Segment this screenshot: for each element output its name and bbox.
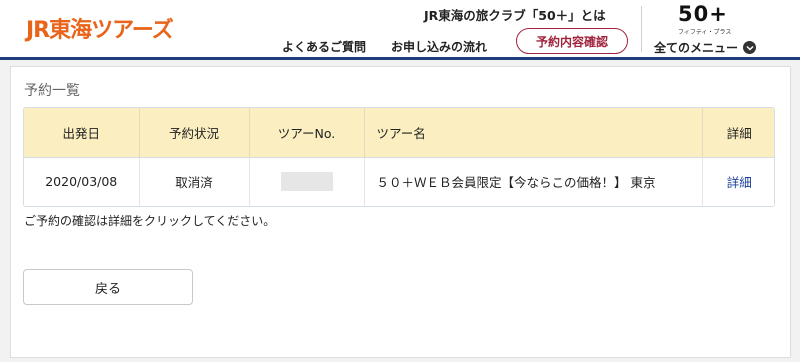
tour-number xyxy=(249,156,365,206)
col-detail: 詳細 xyxy=(702,108,774,157)
club-about-link[interactable]: JR東海の旅クラブ「50＋」とは xyxy=(424,5,606,24)
header-divider xyxy=(641,6,642,52)
reservation-list-panel: 予約一覧 出発日 予約状況 ツアーNo. ツアー名 詳細 2020/03/08 … xyxy=(10,66,791,358)
fifty-plus-subtitle: フィフティ・プラス xyxy=(678,29,732,36)
tour-name: ５０＋ＷＥＢ会員限定【今ならこの価格！】 東京 xyxy=(364,156,703,206)
col-departure-date: 出発日 xyxy=(24,108,140,157)
back-button[interactable]: 戻る xyxy=(23,269,193,305)
reservation-status: 取消済 xyxy=(139,156,250,206)
table-header-row: 出発日 予約状況 ツアーNo. ツアー名 詳細 xyxy=(24,108,774,157)
faq-link[interactable]: よくあるご質問 xyxy=(282,38,366,55)
detail-cell: 詳細 xyxy=(702,156,774,206)
fifty-plus-logo[interactable]: 50+ フィフティ・プラス xyxy=(678,2,742,36)
all-menu-label: 全てのメニュー xyxy=(654,41,739,55)
site-logo[interactable]: JR東海ツアーズ xyxy=(26,12,174,44)
reservation-confirm-button[interactable]: 予約内容確認 xyxy=(516,28,628,54)
site-header: JR東海ツアーズ JR東海の旅クラブ「50＋」とは よくあるご質問 お申し込みの… xyxy=(0,0,800,60)
col-status: 予約状況 xyxy=(139,108,250,157)
table-row: 2020/03/08 取消済 ５０＋ＷＥＢ会員限定【今ならこの価格！】 東京 詳… xyxy=(24,156,774,206)
chevron-down-icon xyxy=(743,41,757,54)
col-tour-name: ツアー名 xyxy=(364,108,703,157)
application-flow-link[interactable]: お申し込みの流れ xyxy=(391,38,487,55)
fifty-plus-mark: 50+ xyxy=(678,2,728,26)
all-menu-link[interactable]: 全てのメニュー xyxy=(654,39,757,56)
page-title: 予約一覧 xyxy=(24,83,80,99)
detail-link[interactable]: 詳細 xyxy=(727,175,752,190)
col-tour-no: ツアーNo. xyxy=(249,108,365,157)
reservation-table: 出発日 予約状況 ツアーNo. ツアー名 詳細 2020/03/08 取消済 ５… xyxy=(23,107,775,207)
instruction-note: ご予約の確認は詳細をクリックしてください。 xyxy=(24,214,276,228)
tour-number-masked xyxy=(280,172,333,192)
departure-date: 2020/03/08 xyxy=(24,156,140,206)
